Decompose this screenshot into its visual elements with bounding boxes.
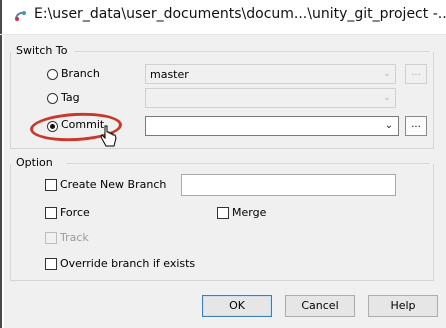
chevron-down-icon: ⌄	[382, 92, 392, 103]
commit-combobox[interactable]: ⌄	[145, 116, 399, 136]
cancel-button[interactable]: Cancel	[285, 295, 355, 317]
new-branch-name-input[interactable]	[181, 174, 396, 196]
override-branch-label: Override branch if exists	[60, 257, 196, 270]
chevron-down-icon: ⌄	[382, 68, 392, 79]
force-label: Force	[60, 206, 90, 219]
tag-label: Tag	[61, 91, 80, 104]
track-label: Track	[60, 231, 89, 244]
help-button[interactable]: Help	[368, 295, 438, 317]
create-new-branch-label: Create New Branch	[60, 178, 167, 191]
branch-browse-button[interactable]: ...	[405, 64, 427, 84]
branch-radio[interactable]	[47, 69, 58, 80]
branch-label: Branch	[61, 67, 100, 80]
tag-radio[interactable]	[47, 93, 58, 104]
window-frame-left	[0, 0, 2, 328]
mouse-pointer-icon	[100, 125, 117, 147]
track-checkbox	[45, 232, 57, 244]
branch-combobox[interactable]: master ⌄	[145, 64, 396, 84]
chevron-down-icon: ⌄	[384, 120, 394, 131]
tag-combobox[interactable]: ⌄	[145, 88, 396, 108]
override-branch-checkbox[interactable]	[45, 258, 57, 270]
commit-browse-button[interactable]: ...	[405, 116, 427, 136]
window-title: E:\user_data\user_documents\docum...\uni…	[34, 6, 446, 22]
ok-button[interactable]: OK	[202, 295, 272, 317]
force-checkbox[interactable]	[45, 207, 57, 219]
branch-value: master	[150, 68, 189, 81]
create-new-branch-checkbox[interactable]	[45, 179, 57, 191]
tortoisegit-switch-icon	[15, 11, 26, 21]
merge-label: Merge	[232, 206, 267, 219]
merge-checkbox[interactable]	[217, 207, 229, 219]
